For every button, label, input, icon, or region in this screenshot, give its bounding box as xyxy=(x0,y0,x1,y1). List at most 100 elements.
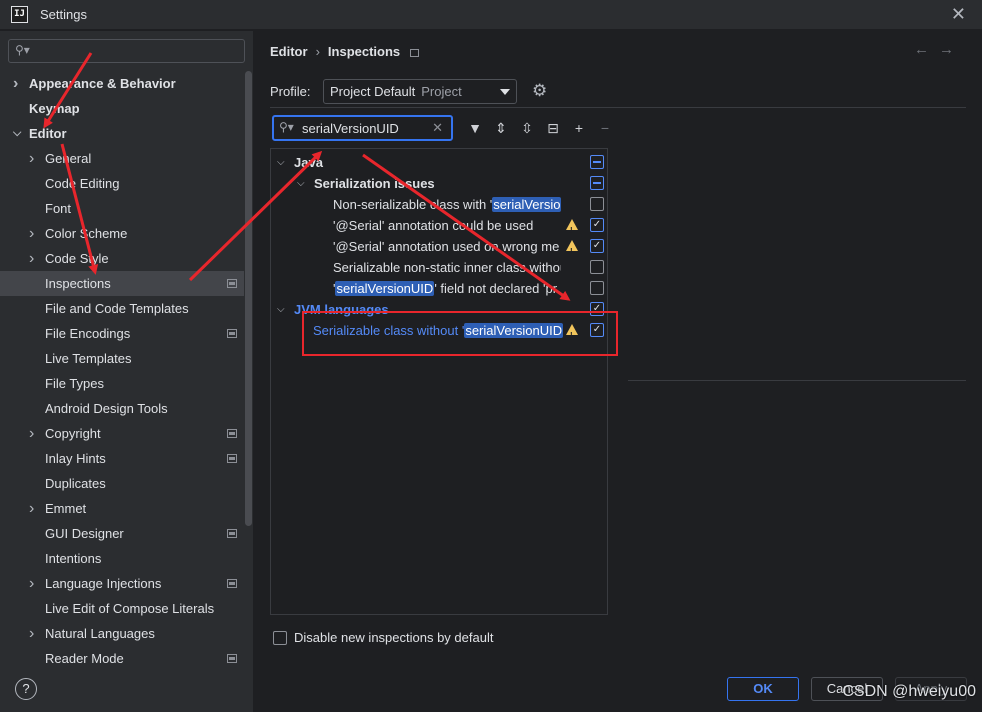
help-button[interactable]: ? xyxy=(15,678,37,700)
chevron-right-icon[interactable]: › xyxy=(29,496,34,521)
sidebar-item[interactable]: › Emmet xyxy=(0,496,244,521)
sidebar-item[interactable]: › Language Injections xyxy=(0,571,244,596)
sidebar-item[interactable]: GUI Designer xyxy=(0,521,244,546)
inspection-checkbox[interactable] xyxy=(590,176,604,190)
chevron-right-icon[interactable]: › xyxy=(13,71,18,96)
inspection-checkbox[interactable] xyxy=(590,260,604,274)
inspection-checkbox[interactable]: ✓ xyxy=(590,302,604,316)
sidebar-item[interactable]: › Color Scheme xyxy=(0,221,244,246)
settings-search-input[interactable]: ⚲▾ xyxy=(8,39,245,63)
sidebar-item[interactable]: Inlay Hints xyxy=(0,446,244,471)
sidebar-item[interactable]: › Appearance & Behavior xyxy=(0,71,244,96)
project-scope-icon xyxy=(227,454,237,463)
search-match-highlight: serialVersio xyxy=(492,197,561,212)
breadcrumb: Editor › Inspections xyxy=(270,44,420,59)
chevron-right-icon[interactable]: › xyxy=(29,421,34,446)
profile-dropdown[interactable]: Project Default Project xyxy=(323,79,517,104)
chevron-right-icon[interactable]: › xyxy=(29,146,34,171)
expand-all-icon[interactable]: ⇕ xyxy=(488,117,514,139)
sidebar-item[interactable]: Inspections xyxy=(0,271,244,296)
inspection-checkbox[interactable]: ✓ xyxy=(590,218,604,232)
close-icon[interactable]: ✕ xyxy=(951,4,966,25)
sidebar-item[interactable]: Code Editing xyxy=(0,171,244,196)
chevron-right-icon[interactable]: › xyxy=(29,246,34,271)
inspection-row[interactable]: ⌵ JVM languages ✓ xyxy=(271,299,607,320)
inspection-text: '@Serial' annotation used on wrong me xyxy=(333,239,560,254)
chevron-down-icon[interactable]: ⌵ xyxy=(297,173,305,194)
inspection-label: Serializable class without 'serialVersio… xyxy=(313,320,563,341)
sidebar-item[interactable]: Android Design Tools xyxy=(0,396,244,421)
chevron-down-icon[interactable]: ⌵ xyxy=(277,152,285,173)
inspections-panel: Editor › Inspections ←→ Profile: Project D… xyxy=(254,31,982,712)
divider xyxy=(270,107,966,108)
sidebar-item[interactable]: ⌵ Editor xyxy=(0,121,244,146)
back-arrow-icon[interactable]: ← xyxy=(914,41,939,58)
sidebar-item[interactable]: File Encodings xyxy=(0,321,244,346)
inspection-row[interactable]: Non-serializable class with 'serialVersi… xyxy=(271,194,607,215)
search-icon: ⚲▾ xyxy=(15,43,30,57)
breadcrumb-editor[interactable]: Editor xyxy=(270,44,308,59)
inspection-row[interactable]: '@Serial' annotation used on wrong me ✓ xyxy=(271,236,607,262)
add-icon[interactable]: + xyxy=(566,117,592,139)
sidebar-item[interactable]: Intentions xyxy=(0,546,244,571)
search-icon: ⚲▾ xyxy=(279,120,294,134)
forward-arrow-icon[interactable]: → xyxy=(939,41,964,58)
sidebar-item-label: Android Design Tools xyxy=(45,401,168,416)
chevron-down-icon[interactable]: ⌵ xyxy=(277,299,285,320)
inspection-row[interactable]: Serializable non-static inner class with… xyxy=(271,257,607,278)
sidebar-item[interactable]: File Types xyxy=(0,371,244,396)
inspection-row[interactable]: 'serialVersionUID' field not declared 'p… xyxy=(271,278,607,299)
inspection-checkbox[interactable]: ✓ xyxy=(590,239,604,253)
sidebar-item[interactable]: Live Edit of Compose Literals xyxy=(0,596,244,621)
sidebar-item[interactable]: Duplicates xyxy=(0,471,244,496)
clear-icon[interactable]: ✕ xyxy=(432,120,443,136)
filter-icon[interactable]: ▼ xyxy=(462,117,488,139)
sidebar-item[interactable]: › Copyright xyxy=(0,421,244,446)
profile-label: Profile: xyxy=(270,84,311,99)
reset-icon[interactable]: ⊟ xyxy=(540,117,566,139)
checkbox-box[interactable] xyxy=(273,631,287,645)
inspection-label: '@Serial' annotation could be used xyxy=(333,215,563,236)
sidebar-item-label: Inspections xyxy=(45,276,111,291)
sidebar-item[interactable]: Live Templates xyxy=(0,346,244,371)
sidebar-item[interactable]: File and Code Templates xyxy=(0,296,244,321)
inspection-text: Serializable class without ' xyxy=(313,323,465,338)
inspection-row[interactable]: '@Serial' annotation could be used ✓ xyxy=(271,215,607,241)
title-bar: IJ Settings ✕ xyxy=(0,0,982,30)
inspection-label: Serialization issues xyxy=(314,173,561,194)
inspection-filter-input[interactable]: ⚲▾ serialVersionUID ✕ xyxy=(272,115,453,141)
filter-value: serialVersionUID xyxy=(302,121,399,136)
sidebar-item[interactable]: Keymap xyxy=(0,96,244,121)
sidebar-item[interactable]: Font xyxy=(0,196,244,221)
chevron-right-icon[interactable]: › xyxy=(29,221,34,246)
search-match-highlight: serialVersionUID xyxy=(464,323,563,338)
chevron-down-icon[interactable]: ⌵ xyxy=(13,121,21,146)
inspection-row[interactable]: Serializable class without 'serialVersio… xyxy=(271,320,607,346)
inspection-row[interactable]: ⌵ Java xyxy=(271,152,607,173)
inspection-text: '@Serial' annotation could be used xyxy=(333,218,534,233)
watermark: CSDN @hweiyu00 xyxy=(842,683,976,700)
chevron-right-icon[interactable]: › xyxy=(29,621,34,646)
navigation-arrows: ←→ xyxy=(914,41,964,58)
inspection-text: Serializable non-static inner class with… xyxy=(333,260,561,275)
inspection-checkbox[interactable] xyxy=(590,155,604,169)
inspection-checkbox[interactable]: ✓ xyxy=(590,323,604,337)
inspection-checkbox[interactable] xyxy=(590,197,604,211)
sidebar-item[interactable]: › Code Style xyxy=(0,246,244,271)
collapse-all-icon[interactable]: ⇳ xyxy=(514,117,540,139)
inspection-label: Java xyxy=(294,152,561,173)
chevron-right-icon[interactable]: › xyxy=(29,571,34,596)
project-scope-icon xyxy=(227,654,237,663)
sidebar-scrollbar[interactable] xyxy=(245,71,252,526)
breadcrumb-separator: › xyxy=(315,44,320,59)
sidebar-item[interactable]: › Natural Languages xyxy=(0,621,244,646)
sidebar-item[interactable]: Reader Mode xyxy=(0,646,244,671)
inspection-row[interactable]: ⌵ Serialization issues xyxy=(271,173,607,194)
sidebar-item-label: File and Code Templates xyxy=(45,301,189,316)
gear-icon[interactable]: ⚙ xyxy=(532,81,547,101)
sidebar-item[interactable]: › General xyxy=(0,146,244,171)
remove-icon[interactable]: − xyxy=(592,117,618,139)
inspection-checkbox[interactable] xyxy=(590,281,604,295)
ok-button[interactable]: OK xyxy=(727,677,799,701)
inspection-label: '@Serial' annotation used on wrong me xyxy=(333,236,563,257)
